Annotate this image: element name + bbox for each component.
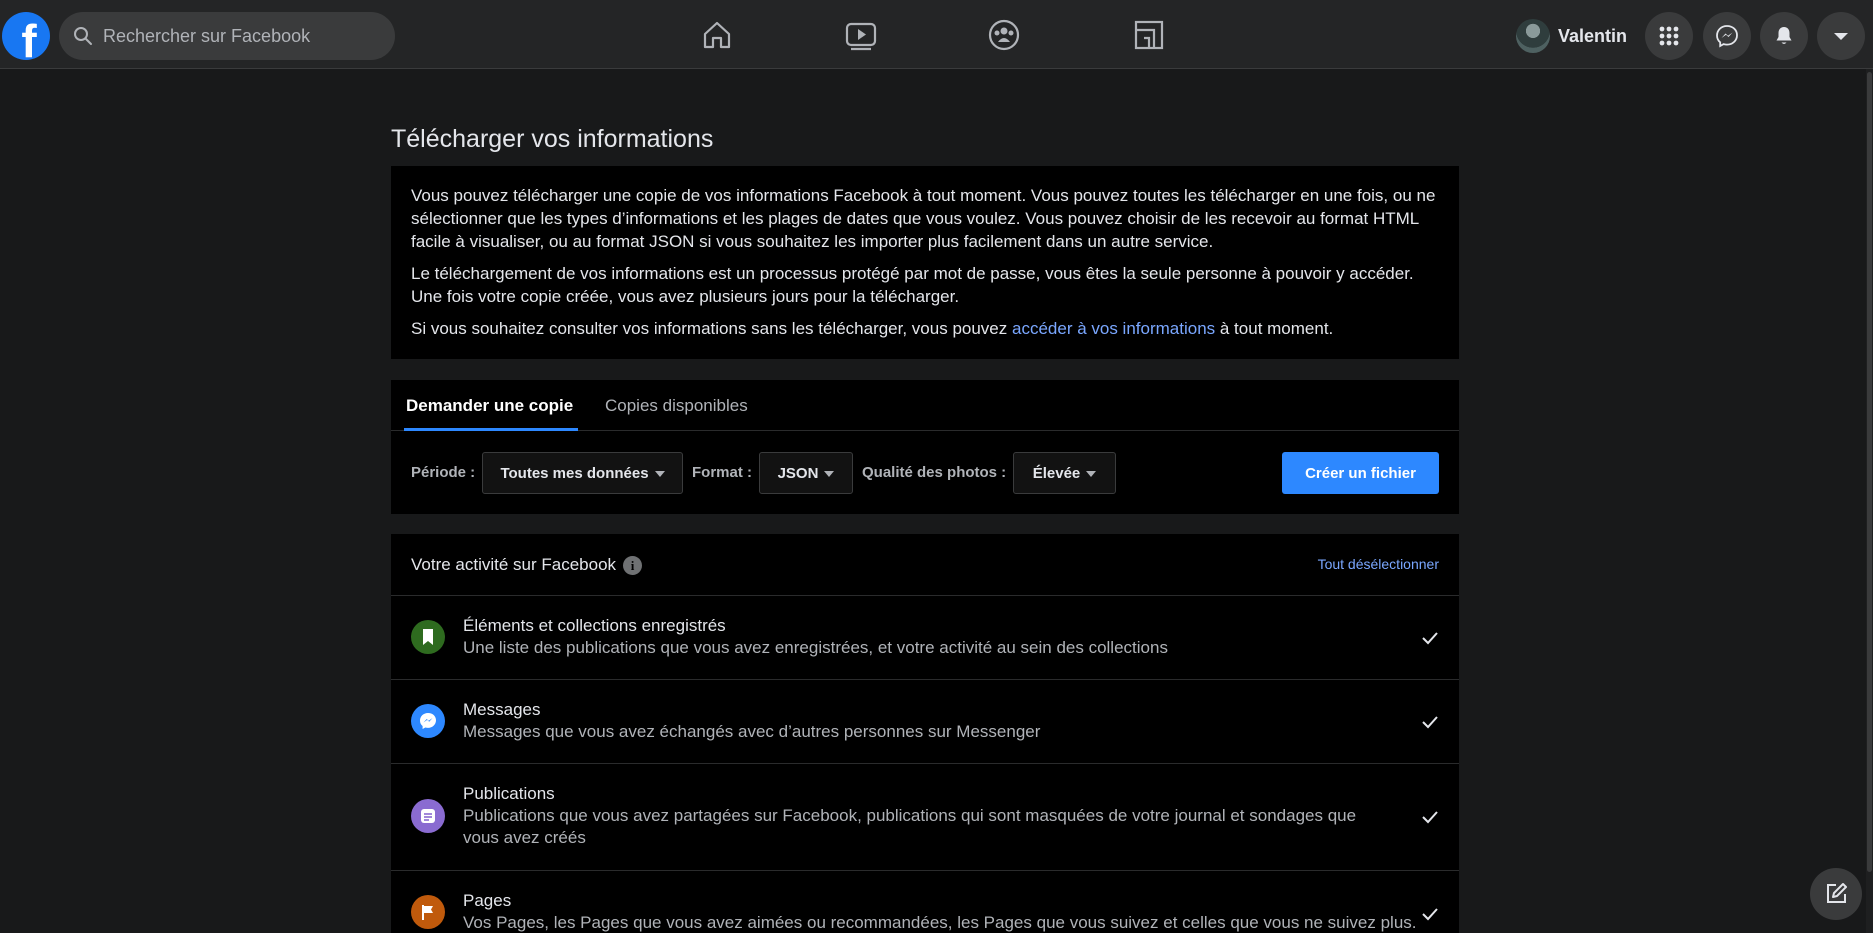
notifications-button[interactable] [1760, 12, 1808, 60]
information-description: Vous pouvez télécharger une copie de vos… [391, 166, 1459, 359]
profile-name: Valentin [1558, 25, 1628, 46]
account-caret-icon [1834, 33, 1848, 40]
bookmark-icon [411, 620, 445, 654]
menu-button[interactable] [1645, 12, 1693, 60]
info-paragraph: Vous pouvez télécharger une copie de vos… [411, 186, 1436, 251]
scrollbar-thumb[interactable] [1867, 72, 1872, 872]
period-select[interactable]: Toutes mes données [482, 452, 683, 494]
account-button[interactable] [1817, 12, 1865, 60]
export-options: Période : Toutes mes données Format : JS… [391, 452, 1459, 494]
format-select[interactable]: JSON [759, 452, 853, 494]
logo-letter: f [21, 15, 37, 60]
access-information-link[interactable]: accéder à vos informations [1012, 319, 1215, 338]
item-description: Une liste des publications que vous avez… [463, 638, 1168, 657]
format-label: Format : [692, 464, 752, 481]
list-item[interactable]: Messages Messages que vous avez échangés… [391, 680, 1459, 764]
checkbox-checked-icon[interactable] [1421, 905, 1439, 923]
search-icon [74, 27, 92, 45]
new-message-icon [1827, 883, 1847, 903]
item-description: Messages que vous avez échangés avec d’a… [463, 722, 1041, 741]
item-title: Éléments et collections enregistrés [463, 616, 726, 635]
item-title: Pages [463, 891, 512, 910]
watch-icon [845, 22, 877, 51]
info-paragraph: Si vous souhaitez consulter vos informat… [411, 317, 1439, 340]
deselect-all-link[interactable]: Tout désélectionner [1318, 556, 1439, 572]
caret-down-icon [1086, 471, 1097, 477]
format-value: JSON [777, 464, 819, 482]
list-item[interactable]: Pages Vos Pages, les Pages que vous avez… [391, 871, 1459, 933]
new-message-button[interactable] [1810, 868, 1862, 920]
request-copy-panel: Demander une copie Copies disponibles Pé… [391, 380, 1459, 514]
photo-quality-select[interactable]: Élevée [1013, 452, 1116, 494]
tab-available-copies[interactable]: Copies disponibles [605, 396, 748, 416]
posts-icon [411, 799, 445, 833]
item-title: Publications [463, 784, 555, 803]
item-title: Messages [463, 700, 541, 719]
info-paragraph: Le téléchargement de vos informations es… [411, 264, 1414, 306]
info-text: à tout moment. [1215, 319, 1334, 338]
activity-section: Votre activité sur Facebook i Tout désél… [391, 534, 1459, 933]
info-icon[interactable]: i [623, 556, 642, 575]
menu-grid-icon [1659, 26, 1679, 46]
period-label: Période : [411, 464, 476, 481]
activity-title: Votre activité sur Facebook [411, 555, 617, 574]
photo-quality-label: Qualité des photos : [862, 464, 1007, 481]
nav-groups[interactable] [979, 10, 1029, 60]
checkbox-checked-icon[interactable] [1421, 808, 1439, 826]
tab-bar: Demander une copie Copies disponibles [391, 380, 1459, 431]
nav-home[interactable] [692, 10, 742, 60]
checkbox-checked-icon[interactable] [1421, 629, 1439, 647]
activity-header: Votre activité sur Facebook i Tout désél… [391, 534, 1459, 596]
top-navigation-bar: f Valentin [0, 0, 1873, 69]
nav-gaming[interactable] [1124, 10, 1174, 60]
list-item[interactable]: Éléments et collections enregistrés Une … [391, 596, 1459, 680]
notifications-icon [1776, 27, 1792, 44]
page-title: Télécharger vos informations [391, 125, 714, 153]
caret-down-icon [654, 471, 665, 477]
avatar [1516, 19, 1550, 53]
caret-down-icon [824, 471, 835, 477]
checkbox-checked-icon[interactable] [1421, 713, 1439, 731]
groups-icon [988, 19, 1020, 51]
tab-request-copy[interactable]: Demander une copie [403, 396, 579, 431]
item-description: Vos Pages, les Pages que vous avez aimée… [463, 913, 1417, 932]
gaming-icon [1134, 20, 1164, 50]
profile-button[interactable]: Valentin [1512, 14, 1635, 58]
nav-watch[interactable] [836, 10, 886, 60]
list-item[interactable]: Publications Publications que vous avez … [391, 764, 1459, 871]
messenger-icon [411, 704, 445, 738]
period-value: Toutes mes données [500, 464, 649, 482]
photo-quality-value: Élevée [1032, 464, 1081, 482]
item-description: Publications que vous avez partagées sur… [463, 806, 1357, 847]
search-input[interactable] [103, 25, 373, 47]
flag-icon [411, 895, 445, 929]
create-file-button[interactable]: Créer un fichier [1282, 452, 1439, 494]
home-icon [703, 21, 731, 49]
facebook-logo[interactable]: f [2, 12, 50, 60]
messenger-icon [1716, 25, 1738, 48]
search-box[interactable] [59, 12, 395, 60]
info-text: Si vous souhaitez consulter vos informat… [411, 319, 1012, 338]
messenger-button[interactable] [1703, 12, 1751, 60]
